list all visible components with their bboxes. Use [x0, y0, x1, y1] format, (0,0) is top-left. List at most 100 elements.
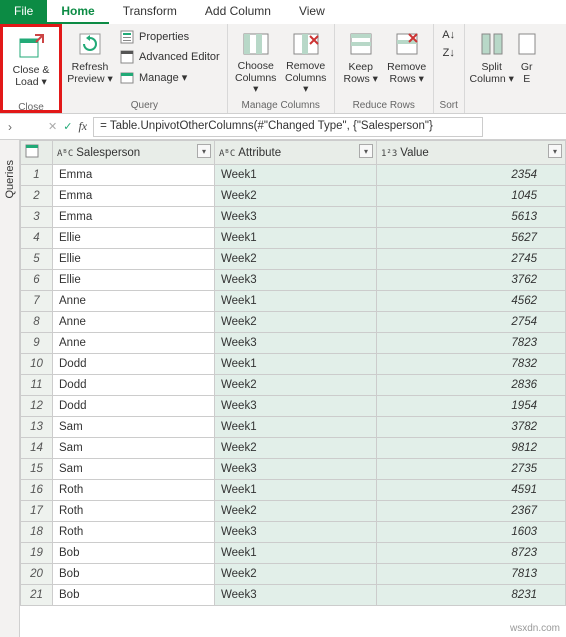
cell-salesperson[interactable]: Bob: [53, 585, 215, 606]
cell-value[interactable]: 2754: [377, 312, 566, 333]
cell-attribute[interactable]: Week1: [215, 417, 377, 438]
row-header-corner[interactable]: [21, 141, 53, 165]
cell-value[interactable]: 2836: [377, 375, 566, 396]
filter-dropdown-icon[interactable]: ▾: [359, 144, 373, 158]
cell-attribute[interactable]: Week1: [215, 480, 377, 501]
cell-attribute[interactable]: Week1: [215, 165, 377, 186]
row-number[interactable]: 10: [21, 354, 53, 375]
cell-attribute[interactable]: Week3: [215, 396, 377, 417]
manage-button[interactable]: Manage ▾: [116, 68, 223, 86]
tab-home[interactable]: Home: [47, 0, 108, 24]
row-number[interactable]: 11: [21, 375, 53, 396]
cell-value[interactable]: 5613: [377, 207, 566, 228]
group-by-button[interactable]: Gr E: [517, 26, 537, 96]
cell-attribute[interactable]: Week2: [215, 501, 377, 522]
cell-value[interactable]: 1603: [377, 522, 566, 543]
cell-salesperson[interactable]: Sam: [53, 438, 215, 459]
cell-value[interactable]: 7813: [377, 564, 566, 585]
cell-value[interactable]: 4562: [377, 291, 566, 312]
table-row[interactable]: 21BobWeek38231: [21, 585, 566, 606]
keep-rows-button[interactable]: Keep Rows ▾: [339, 26, 383, 96]
cell-value[interactable]: 8723: [377, 543, 566, 564]
cell-attribute[interactable]: Week1: [215, 291, 377, 312]
cell-attribute[interactable]: Week1: [215, 228, 377, 249]
remove-columns-button[interactable]: Remove Columns ▾: [282, 26, 330, 96]
expand-queries-chevron[interactable]: ›: [0, 120, 20, 134]
table-row[interactable]: 14SamWeek29812: [21, 438, 566, 459]
cell-value[interactable]: 2367: [377, 501, 566, 522]
table-row[interactable]: 19BobWeek18723: [21, 543, 566, 564]
cell-value[interactable]: 3762: [377, 270, 566, 291]
advanced-editor-button[interactable]: Advanced Editor: [116, 48, 223, 66]
column-header-value[interactable]: 1²3Value ▾: [377, 141, 566, 165]
close-and-load-button[interactable]: Close & Load ▾: [7, 29, 55, 99]
cell-salesperson[interactable]: Roth: [53, 501, 215, 522]
cell-value[interactable]: 2354: [377, 165, 566, 186]
table-row[interactable]: 5EllieWeek22745: [21, 249, 566, 270]
cell-attribute[interactable]: Week3: [215, 585, 377, 606]
cell-attribute[interactable]: Week2: [215, 375, 377, 396]
row-number[interactable]: 4: [21, 228, 53, 249]
table-row[interactable]: 15SamWeek32735: [21, 459, 566, 480]
queries-sidebar[interactable]: Queries: [0, 140, 20, 637]
cell-value[interactable]: 2745: [377, 249, 566, 270]
tab-view[interactable]: View: [285, 0, 339, 24]
properties-button[interactable]: Properties: [116, 28, 223, 46]
cell-attribute[interactable]: Week2: [215, 564, 377, 585]
cell-salesperson[interactable]: Dodd: [53, 354, 215, 375]
cell-salesperson[interactable]: Sam: [53, 459, 215, 480]
remove-rows-button[interactable]: Remove Rows ▾: [385, 26, 429, 96]
cell-value[interactable]: 1045: [377, 186, 566, 207]
cell-value[interactable]: 3782: [377, 417, 566, 438]
row-number[interactable]: 2: [21, 186, 53, 207]
cell-attribute[interactable]: Week3: [215, 459, 377, 480]
fx-label[interactable]: fx: [78, 119, 87, 134]
split-column-button[interactable]: Split Column ▾: [469, 26, 515, 96]
cell-value[interactable]: 7832: [377, 354, 566, 375]
cell-salesperson[interactable]: Bob: [53, 543, 215, 564]
cell-salesperson[interactable]: Anne: [53, 333, 215, 354]
table-row[interactable]: 2EmmaWeek21045: [21, 186, 566, 207]
table-row[interactable]: 8AnneWeek22754: [21, 312, 566, 333]
cell-salesperson[interactable]: Emma: [53, 165, 215, 186]
table-row[interactable]: 16RothWeek14591: [21, 480, 566, 501]
row-number[interactable]: 1: [21, 165, 53, 186]
row-number[interactable]: 3: [21, 207, 53, 228]
table-row[interactable]: 4EllieWeek15627: [21, 228, 566, 249]
row-number[interactable]: 21: [21, 585, 53, 606]
sort-desc-button[interactable]: Z↓: [438, 44, 460, 62]
row-number[interactable]: 6: [21, 270, 53, 291]
table-row[interactable]: 7AnneWeek14562: [21, 291, 566, 312]
tab-file[interactable]: File: [0, 0, 47, 24]
row-number[interactable]: 20: [21, 564, 53, 585]
cell-value[interactable]: 8231: [377, 585, 566, 606]
table-row[interactable]: 3EmmaWeek35613: [21, 207, 566, 228]
row-number[interactable]: 8: [21, 312, 53, 333]
cell-value[interactable]: 9812: [377, 438, 566, 459]
formula-input[interactable]: = Table.UnpivotOtherColumns(#"Changed Ty…: [93, 117, 483, 137]
cell-attribute[interactable]: Week2: [215, 186, 377, 207]
row-number[interactable]: 17: [21, 501, 53, 522]
cell-value[interactable]: 5627: [377, 228, 566, 249]
table-row[interactable]: 6EllieWeek33762: [21, 270, 566, 291]
table-row[interactable]: 13SamWeek13782: [21, 417, 566, 438]
cell-attribute[interactable]: Week3: [215, 270, 377, 291]
row-number[interactable]: 13: [21, 417, 53, 438]
table-row[interactable]: 18RothWeek31603: [21, 522, 566, 543]
cell-value[interactable]: 1954: [377, 396, 566, 417]
clear-icon[interactable]: ✕: [48, 120, 57, 133]
table-row[interactable]: 11DoddWeek22836: [21, 375, 566, 396]
table-row[interactable]: 10DoddWeek17832: [21, 354, 566, 375]
refresh-preview-button[interactable]: Refresh Preview ▾: [66, 26, 114, 96]
table-row[interactable]: 9AnneWeek37823: [21, 333, 566, 354]
row-number[interactable]: 16: [21, 480, 53, 501]
column-header-salesperson[interactable]: AᴮCSalesperson ▾: [53, 141, 215, 165]
confirm-icon[interactable]: ✓: [63, 120, 72, 133]
cell-salesperson[interactable]: Bob: [53, 564, 215, 585]
tab-add-column[interactable]: Add Column: [191, 0, 285, 24]
cell-attribute[interactable]: Week2: [215, 438, 377, 459]
cell-salesperson[interactable]: Ellie: [53, 270, 215, 291]
row-number[interactable]: 15: [21, 459, 53, 480]
cell-salesperson[interactable]: Sam: [53, 417, 215, 438]
cell-salesperson[interactable]: Ellie: [53, 228, 215, 249]
